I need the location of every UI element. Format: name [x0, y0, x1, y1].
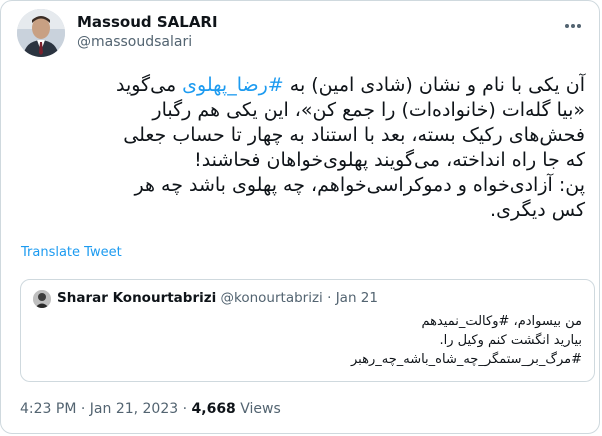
tweet-time[interactable]: 4:23 PM — [20, 401, 76, 417]
footer-separator: · — [182, 401, 188, 417]
author-name[interactable]: Massoud SALARI — [77, 13, 218, 31]
tweet-card: Massoud SALARI @massoudsalari آن یکی با … — [0, 0, 600, 434]
author-handle[interactable]: @massoudsalari — [77, 34, 192, 50]
tweet-line: فحش‌های رکیک بسته، بعد با استناد به چهار… — [123, 124, 585, 146]
footer-separator: · — [80, 401, 86, 417]
quoted-separator: · — [327, 290, 332, 306]
quoted-header: Sharar Konourtabrizi @konourtabrizi · Ja… — [57, 290, 378, 306]
quoted-line: #مرگ_بر_ستمگر_چه_شاه_باشه_چه_رهبر — [351, 352, 582, 367]
tweet-text-segment: می‌گوید — [115, 74, 183, 96]
tweet-line: «بیا گله‌ات (خانواده‌ات) را جمع کن»، این… — [152, 99, 585, 121]
quoted-tweet[interactable]: Sharar Konourtabrizi @konourtabrizi · Ja… — [20, 279, 595, 382]
quoted-author-photo-icon — [33, 290, 51, 308]
more-horizontal-icon — [565, 24, 581, 28]
tweet-text: آن یکی با نام و نشان (شادی امین) به #رضا… — [17, 73, 585, 223]
tweet-date[interactable]: Jan 21, 2023 — [90, 401, 178, 417]
author-avatar[interactable] — [17, 9, 65, 57]
quoted-line: من بیسوادم، #وکالت_نمیدهم — [421, 314, 582, 329]
quoted-author-handle[interactable]: @konourtabrizi — [221, 290, 323, 306]
hashtag-link[interactable]: #رضا_پهلوی — [182, 74, 284, 96]
tweet-line: کس دیگری. — [490, 199, 585, 221]
translate-tweet-link[interactable]: Translate Tweet — [21, 245, 122, 260]
views-count: 4,668 — [191, 401, 236, 417]
views-label: Views — [240, 401, 281, 417]
quoted-author-avatar[interactable] — [33, 290, 51, 308]
quoted-line: بیارید انگشت کنم وکیل را. — [439, 333, 582, 348]
tweet-line: آن یکی با نام و نشان (شادی امین) به #رضا… — [17, 73, 585, 98]
quoted-text: من بیسوادم، #وکالت_نمیدهم بیارید انگشت ک… — [42, 312, 582, 369]
author-photo-icon — [17, 9, 65, 57]
tweet-line: پن: آزادی‌خواه و دموکراسی‌خواهم، چه پهلو… — [134, 174, 585, 196]
tweet-text-segment: آن یکی با نام و نشان (شادی امین) به — [283, 74, 585, 96]
tweet-line: که جا راه انداخته، می‌گویند پهلوی‌خواهان… — [194, 149, 585, 171]
quoted-date[interactable]: Jan 21 — [336, 290, 378, 306]
quoted-author-name[interactable]: Sharar Konourtabrizi — [57, 290, 216, 306]
tweet-footer: 4:23 PM · Jan 21, 2023 · 4,668 Views — [20, 401, 281, 417]
more-options-button[interactable] — [559, 15, 587, 37]
